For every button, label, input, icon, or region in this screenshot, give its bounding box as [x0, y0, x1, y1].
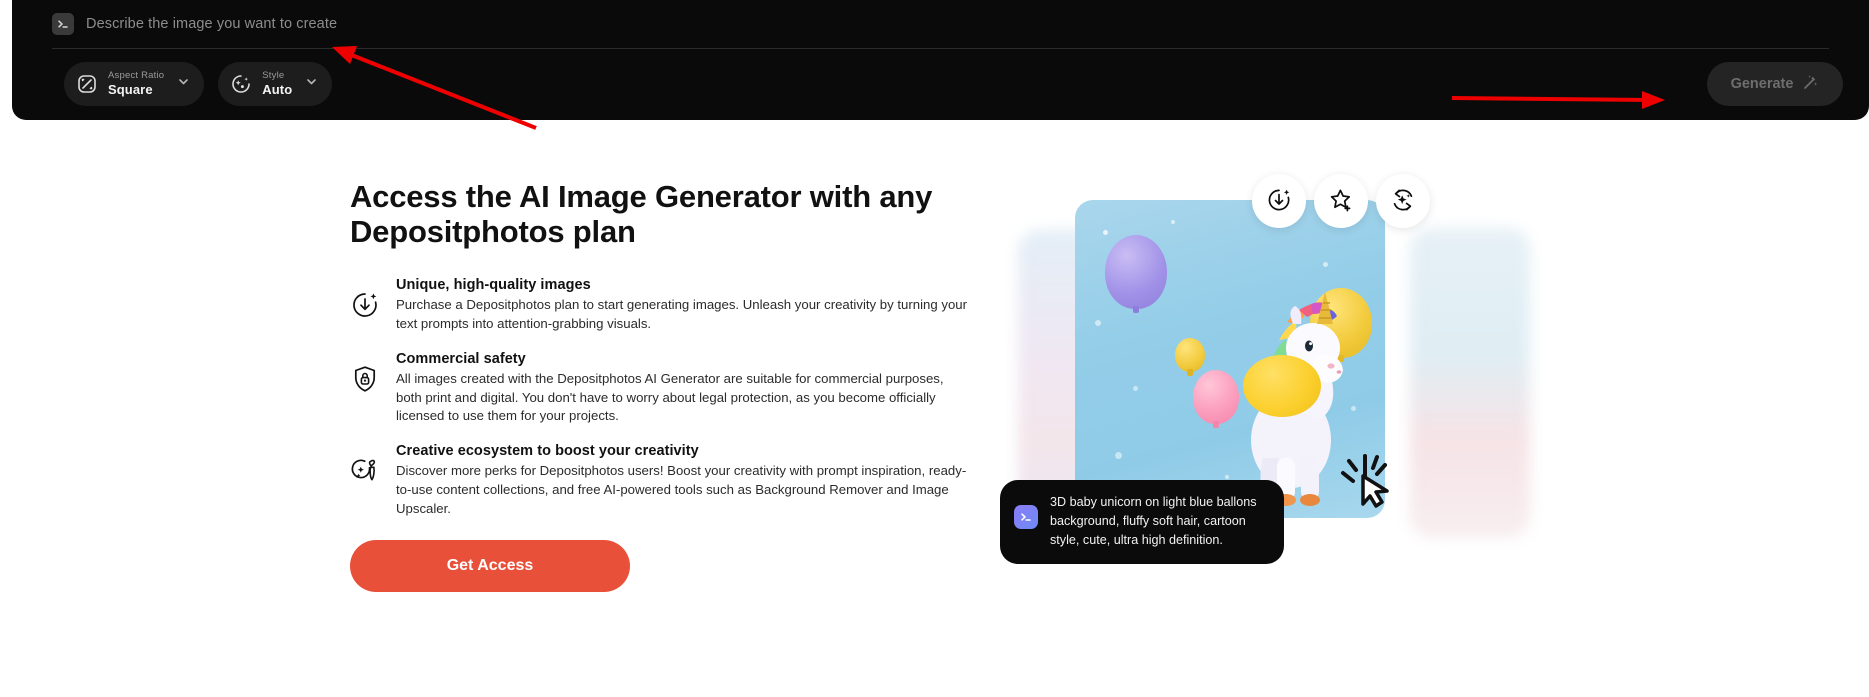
terminal-icon [1014, 505, 1038, 529]
prompt-input[interactable] [86, 10, 1849, 38]
generator-controls: Aspect Ratio Square Style Auto [64, 62, 333, 106]
regenerate-sparkle-icon [1390, 187, 1416, 216]
promo-section: Access the AI Image Generator with any D… [0, 120, 1869, 697]
balloon-yellow-front [1243, 355, 1321, 417]
style-value: Auto [262, 82, 293, 98]
feature-desc: Discover more perks for Depositphotos us… [396, 463, 967, 516]
click-cursor-icon [1341, 454, 1389, 508]
feature-title: Creative ecosystem to boost your creativ… [396, 443, 699, 460]
aspect-ratio-label: Aspect Ratio [108, 70, 165, 82]
magic-wand-icon [1802, 74, 1819, 95]
prompt-tooltip-text: 3D baby unicorn on light blue ballons ba… [1050, 495, 1257, 547]
feature-desc: Purchase a Depositphotos plan to start g… [396, 297, 968, 332]
download-sparkle-icon [350, 290, 380, 320]
feature-desc: All images created with the Depositphoto… [396, 370, 944, 424]
terminal-icon [52, 13, 74, 35]
favorite-button[interactable] [1314, 174, 1368, 228]
prompt-tooltip: 3D baby unicorn on light blue ballons ba… [1000, 480, 1284, 564]
prompt-row [52, 0, 1849, 48]
feature-title: Commercial safety [396, 350, 526, 367]
balloon-yellow-small [1175, 338, 1205, 372]
chevron-down-icon[interactable] [177, 75, 190, 93]
style-label: Style [262, 70, 285, 82]
magic-wand-sparkle-icon [350, 456, 380, 486]
star-plus-icon [1328, 187, 1354, 216]
download-button[interactable] [1252, 174, 1306, 228]
generate-button-label: Generate [1730, 76, 1794, 92]
aspect-ratio-icon [75, 72, 99, 96]
feature-title: Unique, high-quality images [396, 277, 591, 294]
page-title: Access the AI Image Generator with any D… [350, 179, 933, 249]
get-access-button[interactable]: Get Access [350, 540, 630, 593]
feature-item: Commercial safety All images created wit… [350, 351, 990, 426]
background-card-right [1410, 228, 1530, 538]
promo-copy: Access the AI Image Generator with any D… [350, 179, 990, 593]
aspect-ratio-control[interactable]: Aspect Ratio Square [64, 62, 205, 106]
feature-item: Unique, high-quality images Purchase a D… [350, 277, 990, 333]
balloon-purple [1105, 235, 1167, 309]
ai-generator-panel: Aspect Ratio Square Style Auto [12, 0, 1869, 120]
image-action-buttons [1252, 174, 1430, 228]
download-sparkle-icon [1266, 187, 1292, 216]
shield-lock-icon [350, 364, 380, 394]
generate-button[interactable]: Generate [1707, 62, 1843, 106]
panel-divider [52, 48, 1829, 49]
style-sparkle-icon [229, 72, 253, 96]
chevron-down-icon[interactable] [305, 75, 318, 93]
feature-item: Creative ecosystem to boost your creativ… [350, 443, 990, 518]
style-control[interactable]: Style Auto [218, 62, 333, 106]
regenerate-button[interactable] [1376, 174, 1430, 228]
aspect-ratio-value: Square [108, 82, 153, 98]
image-showcase: 3D baby unicorn on light blue ballons ba… [1000, 174, 1530, 650]
